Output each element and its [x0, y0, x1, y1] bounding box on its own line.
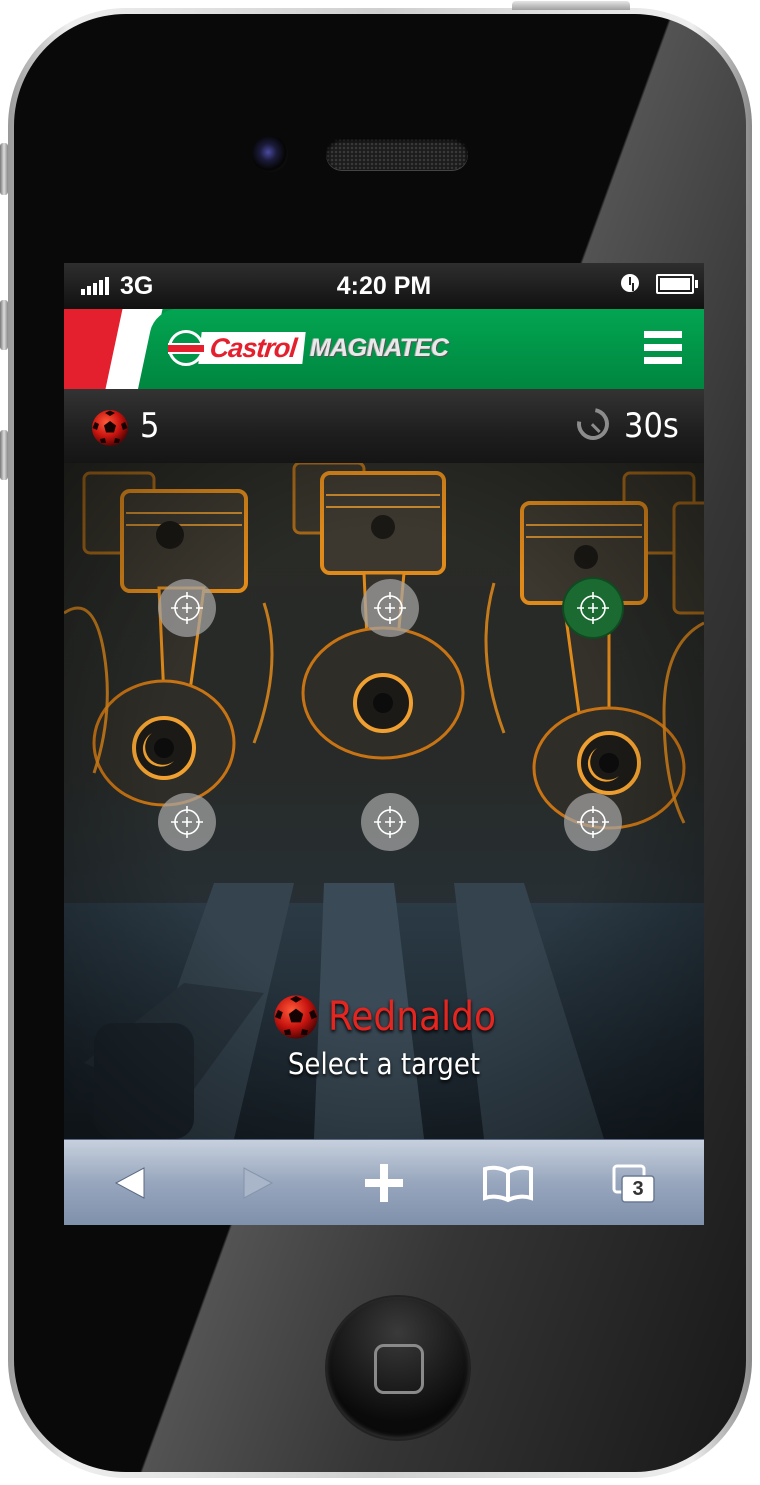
- add-icon: [365, 1164, 403, 1202]
- timer-icon: [570, 401, 616, 447]
- earpiece-speaker: [326, 138, 468, 170]
- front-camera: [252, 136, 288, 172]
- target-r2-c3[interactable]: [564, 793, 622, 851]
- player-caption: Rednaldo Select a target: [64, 993, 704, 1081]
- crosshair-icon: [374, 806, 406, 838]
- logo-magnatec-text: MAGNATEC: [310, 333, 449, 362]
- menu-icon[interactable]: [644, 331, 682, 365]
- add-bookmark-button[interactable]: [344, 1140, 424, 1225]
- browser-toolbar: 3: [64, 1139, 704, 1225]
- player-name: Rednaldo: [328, 994, 496, 1040]
- forward-arrow-icon: [243, 1167, 274, 1199]
- select-target-prompt: Select a target: [287, 1047, 481, 1081]
- volume-down-button[interactable]: [0, 430, 8, 480]
- crosshair-icon: [171, 592, 203, 624]
- status-time: 4:20 PM: [336, 272, 432, 300]
- crosshair-icon: [577, 592, 609, 624]
- target-r2-c2[interactable]: [361, 793, 419, 851]
- tab-count: 3: [632, 1178, 644, 1200]
- home-button[interactable]: [327, 1297, 469, 1439]
- back-arrow-icon: [114, 1167, 145, 1199]
- castrol-logo: Castrol MAGNATEC: [168, 330, 449, 366]
- mute-switch[interactable]: [0, 143, 8, 195]
- time-left: 30s: [624, 406, 679, 446]
- football-icon: [274, 995, 318, 1039]
- volume-up-button[interactable]: [0, 300, 8, 350]
- crosshair-icon: [374, 592, 406, 624]
- target-r1-c3[interactable]: [564, 579, 622, 637]
- target-r1-c2[interactable]: [361, 579, 419, 637]
- football-icon: [92, 410, 128, 446]
- bookmarks-icon: [483, 1165, 533, 1203]
- logo-castrol-text: Castrol: [198, 332, 306, 364]
- alarm-icon: [621, 274, 639, 292]
- brand-header: Castrol MAGNATEC: [64, 309, 704, 389]
- crosshair-icon: [171, 806, 203, 838]
- battery-icon: [656, 274, 698, 294]
- power-button[interactable]: [512, 1, 630, 10]
- castrol-emblem-icon: [168, 330, 204, 366]
- crosshair-icon: [577, 806, 609, 838]
- forward-button[interactable]: [218, 1140, 298, 1225]
- status-bar: 3G 4:20 PM: [64, 263, 704, 309]
- balls-remaining: 5: [140, 406, 160, 446]
- screen: 3G 4:20 PM Castrol MAGNATEC 5 30s Rednal…: [64, 263, 704, 1225]
- back-button[interactable]: [90, 1140, 170, 1225]
- target-r2-c1[interactable]: [158, 793, 216, 851]
- bookmarks-button[interactable]: [468, 1140, 548, 1225]
- game-hud: 5 30s: [64, 389, 704, 463]
- tabs-button[interactable]: 3: [594, 1140, 674, 1225]
- target-r1-c1[interactable]: [158, 579, 216, 637]
- home-square-icon: [374, 1344, 424, 1394]
